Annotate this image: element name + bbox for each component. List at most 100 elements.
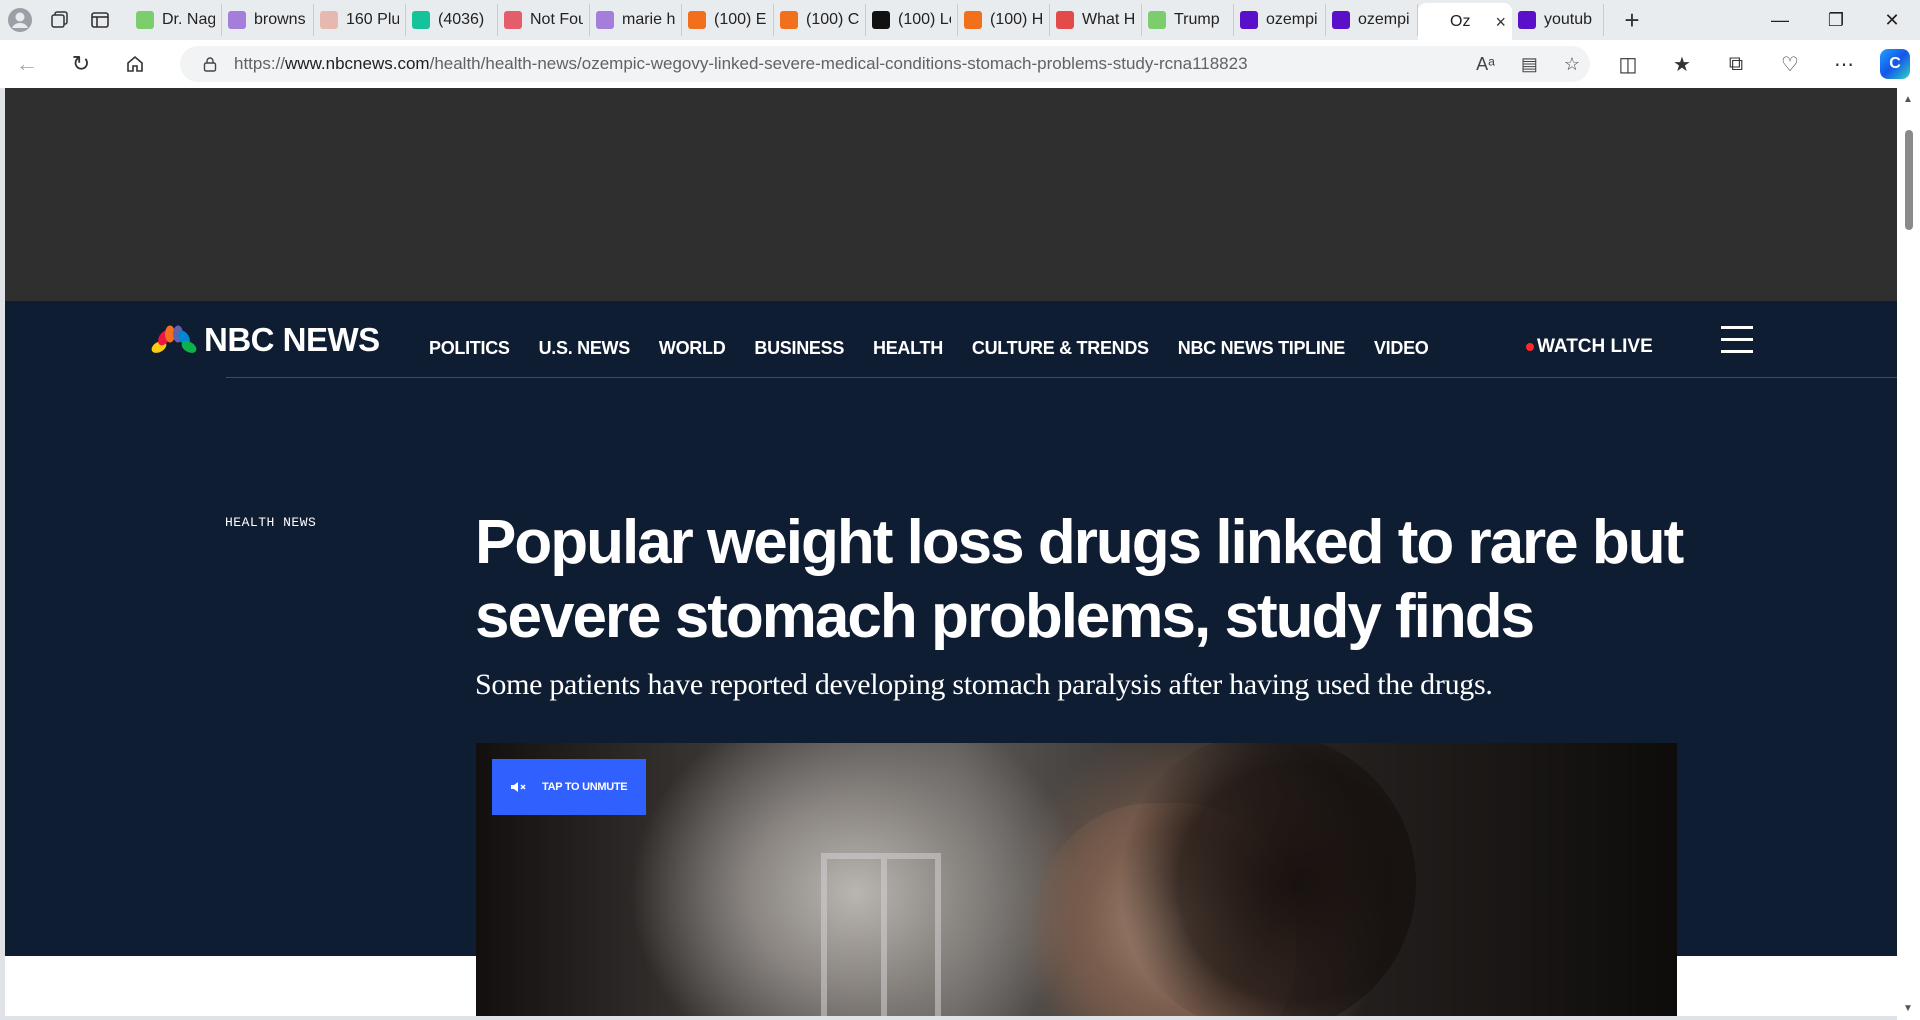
url-prefix: https:// — [234, 54, 286, 73]
nbc-peacock-icon — [1424, 13, 1442, 31]
tab-label: Oz — [1450, 13, 1471, 30]
youtube-icon — [1056, 11, 1074, 29]
page-scrollbar[interactable]: ▲ ▼ — [1897, 88, 1920, 1020]
browser-tab[interactable]: youtub — [1512, 4, 1604, 36]
video-window-shape — [821, 853, 941, 1016]
minimize-icon[interactable]: — — [1752, 0, 1808, 40]
nav-link[interactable]: BUSINESS — [754, 338, 844, 359]
copilot-icon[interactable]: C — [1880, 49, 1910, 79]
browser-tab[interactable]: ozempi — [1234, 4, 1326, 36]
browser-tab[interactable]: marie h — [590, 4, 682, 36]
vertical-tabs-icon[interactable] — [80, 0, 120, 40]
scrollbar-thumb[interactable] — [1905, 130, 1913, 230]
settings-more-icon[interactable]: ⋯ — [1826, 46, 1862, 82]
immersive-reader-icon[interactable]: ▤ — [1521, 54, 1538, 75]
article-headline: Popular weight loss drugs linked to rare… — [475, 508, 1684, 651]
tab-label: (100) Le — [898, 11, 951, 28]
workspaces-icon[interactable] — [40, 0, 80, 40]
browser-tab[interactable]: (100) C — [774, 4, 866, 36]
tab-label: youtub — [1544, 11, 1593, 28]
tab-label: Not Fou — [530, 11, 583, 28]
article-dek: Some patients have reported developing s… — [475, 668, 1493, 701]
close-window-icon[interactable]: ✕ — [1864, 0, 1920, 40]
pin-icon — [504, 11, 522, 29]
browser-tab[interactable]: Oz × — [1418, 3, 1512, 41]
tab-label: (100) C — [806, 11, 859, 28]
address-bar[interactable]: https://www.nbcnews.com/health/health-ne… — [180, 46, 1590, 82]
tab-label: Dr. Nag — [162, 11, 215, 28]
browser-tab[interactable]: Dr. Nag — [130, 4, 222, 36]
nav-link[interactable]: CULTURE & TRENDS — [972, 338, 1149, 359]
nav-divider — [226, 377, 1897, 378]
favorite-star-icon[interactable]: ☆ — [1564, 54, 1580, 75]
refresh-button[interactable]: ↻ — [54, 44, 108, 84]
nav-link[interactable]: HEALTH — [873, 338, 943, 359]
tab-label: 160 Plu — [346, 11, 399, 28]
tab-label: (4036) — [438, 11, 485, 28]
browser-tab[interactable]: (100) Le — [866, 4, 958, 36]
tab-strip: Dr. Nag browns 160 Plu (4036) Not Fou marie h… — [0, 0, 1920, 41]
nbc-news-logo[interactable]: NBC NEWS — [150, 321, 380, 359]
url-domain: www.nbcnews.com — [285, 54, 430, 73]
hamburger-menu-icon[interactable] — [1721, 326, 1753, 356]
page-viewport: NBC NEWS POLITICS U.S. NEWS WORLD BUSINESS H… — [5, 88, 1897, 1016]
nav-link[interactable]: WORLD — [659, 338, 726, 359]
home-icon — [127, 55, 143, 72]
nav-link[interactable]: NBC NEWS TIPLINE — [1178, 338, 1346, 359]
bookmark-icon — [964, 11, 982, 29]
browser-tab[interactable]: Trump — [1142, 4, 1234, 36]
browser-tab[interactable]: browns — [222, 4, 314, 36]
browser-tab[interactable]: (100) Ec — [682, 4, 774, 36]
tap-to-unmute-button[interactable]: TAP TO UNMUTE — [492, 759, 646, 815]
watch-live-button[interactable]: WATCH LIVE — [1526, 336, 1653, 358]
watch-live-label: WATCH LIVE — [1537, 336, 1653, 357]
profile-icon[interactable] — [0, 0, 40, 40]
article-section-label[interactable]: HEALTH NEWS — [225, 515, 316, 530]
video-player[interactable]: TAP TO UNMUTE — [476, 743, 1677, 1016]
browser-tab[interactable]: (4036) — [406, 4, 498, 36]
lock-icon[interactable] — [192, 56, 228, 72]
browser-tab[interactable]: What H — [1050, 4, 1142, 36]
yahoo-icon — [1332, 11, 1350, 29]
tab-label: browns — [254, 11, 306, 28]
play-icon — [1148, 11, 1166, 29]
browser-essentials-icon[interactable]: ♡ — [1772, 46, 1808, 82]
logo-text: NBC NEWS — [204, 321, 380, 358]
collections-icon[interactable]: ⧉ — [1718, 46, 1754, 82]
window-controls: — ❐ ✕ — [1752, 0, 1920, 40]
ad-banner — [5, 88, 1897, 301]
yahoo-icon — [228, 11, 246, 29]
play-icon — [136, 11, 154, 29]
browser-tab[interactable]: ozempi — [1326, 4, 1418, 36]
favorites-icon[interactable]: ★ — [1664, 46, 1700, 82]
nav-link[interactable]: VIDEO — [1374, 338, 1429, 359]
tab-label: ozempi — [1266, 11, 1318, 28]
muted-speaker-icon — [511, 782, 526, 792]
tab-label: ozempi — [1358, 11, 1410, 28]
back-button[interactable]: ← — [0, 44, 54, 84]
browser-tab[interactable]: (100) H — [958, 4, 1050, 36]
close-tab-icon[interactable]: × — [1495, 12, 1506, 33]
tab-label: Trump — [1174, 11, 1220, 28]
browser-tools: ◫ ★ ⧉ ♡ ⋯ C — [1610, 44, 1910, 84]
restore-icon[interactable]: ❐ — [1808, 0, 1864, 40]
read-aloud-icon[interactable]: Aᵃ — [1476, 54, 1495, 75]
home-button[interactable] — [108, 44, 162, 84]
scroll-down-icon[interactable]: ▼ — [1903, 1003, 1913, 1014]
video-hair-shape — [1116, 743, 1416, 1016]
url-text: https://www.nbcnews.com/health/health-ne… — [234, 54, 1248, 74]
nav-link[interactable]: POLITICS — [429, 338, 510, 359]
live-dot-icon — [1526, 343, 1534, 351]
tab-label: What H — [1082, 11, 1135, 28]
split-screen-icon[interactable]: ◫ — [1610, 46, 1646, 82]
scroll-up-icon[interactable]: ▲ — [1903, 94, 1913, 105]
url-path: /health/health-news/ozempic-wegovy-linke… — [429, 54, 1248, 73]
browser-tab[interactable]: 160 Plu — [314, 4, 406, 36]
tab-label: (100) H — [990, 11, 1043, 28]
bi-icon — [320, 11, 338, 29]
nav-link[interactable]: U.S. NEWS — [539, 338, 631, 359]
unmute-label: TAP TO UNMUTE — [542, 781, 628, 793]
browser-tab[interactable]: Not Fou — [498, 4, 590, 36]
bookmark-icon — [688, 11, 706, 29]
new-tab-button[interactable]: + — [1612, 0, 1652, 40]
